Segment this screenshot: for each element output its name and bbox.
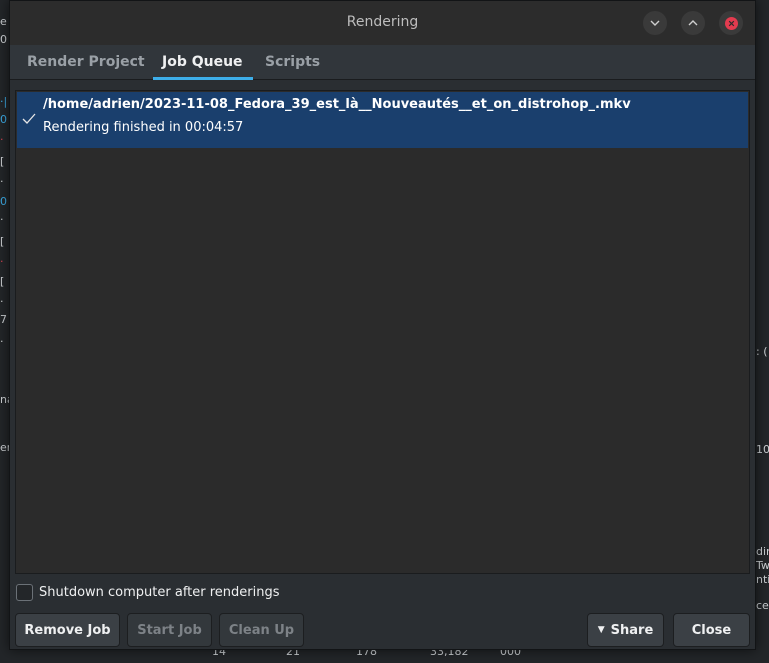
close-icon xyxy=(728,20,734,26)
maximize-button[interactable] xyxy=(681,11,705,35)
share-button[interactable]: ▼ Share xyxy=(587,613,664,647)
bg-fragment: 0 xyxy=(0,195,7,208)
bg-fragment: nti xyxy=(756,573,769,586)
background-app-left: e 0 ·| 0 · [ · 0 · [ · [ · 7 · na er xyxy=(0,0,14,663)
shutdown-label: Shutdown computer after renderings xyxy=(39,585,280,600)
bg-fragment: 7 xyxy=(0,313,7,326)
bg-fragment: 10 xyxy=(756,443,769,456)
chevron-down-icon xyxy=(650,20,660,26)
background-app-right: : ( 10 din Tw nti cet xyxy=(755,0,769,663)
start-job-button[interactable]: Start Job xyxy=(127,613,212,647)
bg-fragment: [ xyxy=(0,235,5,248)
clean-up-button[interactable]: Clean Up xyxy=(219,613,304,647)
tab-job-queue[interactable]: Job Queue xyxy=(153,54,253,80)
bg-fragment: e xyxy=(0,15,7,28)
bg-fragment: : ( xyxy=(756,345,768,358)
checkmark-icon xyxy=(22,113,36,124)
job-status: Rendering finished in 00:04:57 xyxy=(43,120,244,135)
tab-bar: Render Project Job Queue Scripts xyxy=(10,45,755,80)
bg-fragment: cet xyxy=(756,599,769,612)
bg-fragment: ·| xyxy=(0,95,8,108)
bg-fragment: Tw xyxy=(756,559,769,572)
shutdown-checkbox[interactable] xyxy=(16,584,33,601)
bg-fragment: · xyxy=(0,295,4,308)
job-row[interactable]: /home/adrien/2023-11-08_Fedora_39_est_là… xyxy=(17,92,748,148)
remove-job-button[interactable]: Remove Job xyxy=(15,613,120,647)
close-window-button[interactable] xyxy=(719,11,743,35)
tab-label: Job Queue xyxy=(162,54,243,70)
tab-scripts[interactable]: Scripts xyxy=(265,54,320,79)
bg-fragment: · xyxy=(0,213,4,226)
dropdown-arrow-icon: ▼ xyxy=(597,625,605,635)
bg-fragment: [ xyxy=(0,275,5,288)
bg-fragment: din xyxy=(756,545,769,558)
tab-render-project[interactable]: Render Project xyxy=(27,54,145,79)
chevron-up-icon xyxy=(688,20,698,26)
bg-fragment: · xyxy=(0,335,4,348)
active-tab-indicator xyxy=(153,77,253,80)
share-label: Share xyxy=(610,622,654,638)
rendering-dialog: Rendering Render Project Job Queue Scrip… xyxy=(9,0,756,650)
bg-fragment: 0 xyxy=(0,113,7,126)
title-bar[interactable]: Rendering xyxy=(10,1,755,45)
job-queue-list[interactable]: /home/adrien/2023-11-08_Fedora_39_est_là… xyxy=(15,90,750,574)
job-output-path: /home/adrien/2023-11-08_Fedora_39_est_là… xyxy=(43,97,631,112)
bg-fragment: · xyxy=(0,133,4,146)
bg-fragment: · xyxy=(0,175,4,188)
close-button[interactable]: Close xyxy=(673,613,750,647)
bg-fragment: 0 xyxy=(0,33,7,46)
minimize-button[interactable] xyxy=(643,11,667,35)
bg-fragment: · xyxy=(0,255,4,268)
bg-fragment: [ xyxy=(0,155,5,168)
